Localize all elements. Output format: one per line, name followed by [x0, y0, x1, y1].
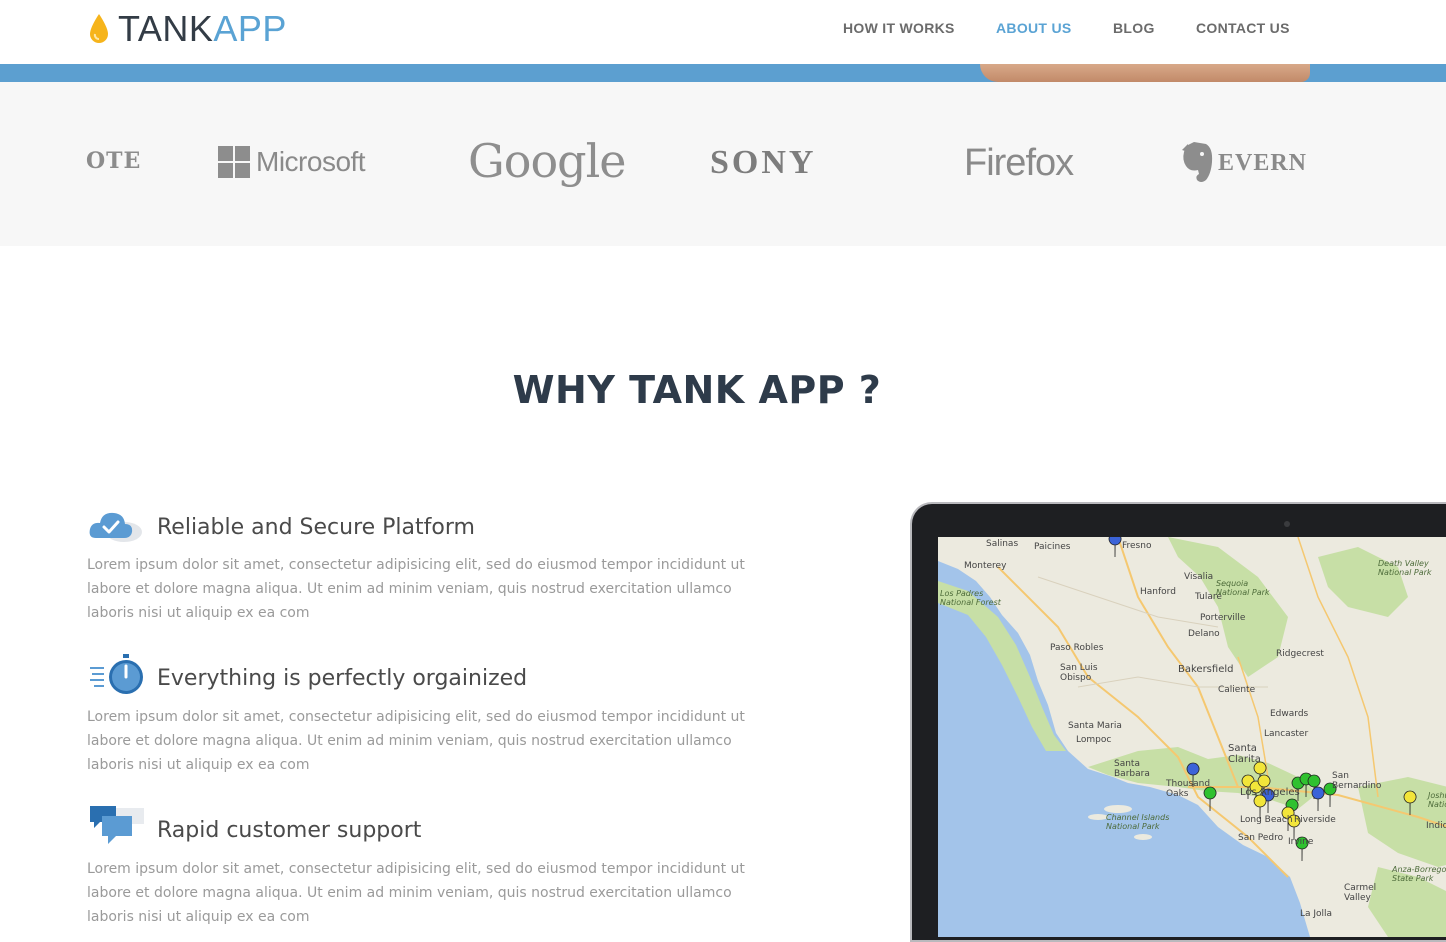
map-label: Bakersfield: [1178, 664, 1234, 675]
hero-hand-image: [980, 64, 1310, 82]
map-label: Lancaster: [1264, 729, 1309, 739]
client-name-evernote: EVERN: [1218, 149, 1308, 176]
feature-title: Everything is perfectly orgainized: [157, 666, 528, 691]
map-label: Paso Robles: [1050, 643, 1104, 653]
feature-title: Reliable and Secure Platform: [157, 515, 475, 540]
cloud-check-icon: [89, 512, 142, 542]
map-label: Paicines: [1034, 542, 1071, 552]
map-label: Joshua Tree National Park: [1428, 791, 1446, 809]
map-label: Visalia: [1184, 572, 1214, 582]
nav-contact-us[interactable]: CONTACT US: [1196, 20, 1290, 36]
map-label: Monterey: [964, 561, 1007, 571]
map-label: Death Valley National Park: [1378, 559, 1432, 577]
map-label: Santa Maria: [1068, 721, 1122, 731]
feature-text: Lorem ipsum dolor sit amet, consectetur …: [87, 557, 745, 621]
nav-about-us[interactable]: ABOUT US: [996, 20, 1072, 36]
map-label: Salinas: [986, 539, 1019, 549]
map-label: Los Padres National Forest: [940, 589, 1001, 607]
client-logo-evernote-partial: OTE: [86, 148, 142, 174]
elephant-icon: [1182, 142, 1213, 182]
map-label: Los Angeles: [1240, 787, 1300, 798]
chat-bubbles-icon: [90, 806, 144, 844]
feature-title: Rapid customer support: [157, 818, 422, 843]
stopwatch-icon: [90, 654, 143, 694]
feature-text: Lorem ipsum dolor sit amet, consectetur …: [87, 861, 745, 925]
map-label: Sequoia National Park: [1216, 579, 1270, 597]
map-label: Long Beach: [1240, 815, 1293, 825]
laptop-mockup: Salinas Paicines Fresno Monterey Visalia…: [910, 502, 1446, 942]
map-label: La Jolla: [1300, 909, 1333, 919]
map-label: Delano: [1188, 629, 1220, 639]
map-label: Santa Clarita: [1228, 743, 1261, 765]
laptop-screen: Salinas Paicines Fresno Monterey Visalia…: [938, 537, 1446, 937]
client-logo-google: Google: [468, 134, 627, 188]
map-label: Edwards: [1270, 709, 1309, 719]
site-header: TANKAPP HOW IT WORKS ABOUT US BLOG CONTA…: [0, 0, 1446, 64]
map-label: San Pedro: [1238, 833, 1284, 843]
map-label: Ridgecrest: [1276, 649, 1324, 659]
client-logo-microsoft: Microsoft: [218, 146, 366, 178]
windows-logo-icon: [218, 146, 250, 178]
map-label: Fresno: [1122, 541, 1152, 551]
map-label: Santa Barbara: [1114, 759, 1150, 779]
clients-logo-strip: OTE Microsoft Google SONY Firefox EVERN: [0, 82, 1446, 246]
map-label: Porterville: [1200, 613, 1246, 623]
map-label: Channel Islands National Park: [1106, 813, 1170, 831]
nav-blog[interactable]: BLOG: [1113, 20, 1155, 36]
laptop-camera: [1284, 521, 1290, 527]
map-label: Indio: [1426, 821, 1446, 831]
section-title: WHY TANK APP ?: [512, 368, 882, 412]
map-label: Anza-Borrego Desert State Park: [1392, 865, 1446, 883]
map-label: San Luis Obispo: [1060, 663, 1098, 683]
main-nav: HOW IT WORKS ABOUT US BLOG CONTACT US: [0, 20, 1446, 40]
client-name-microsoft: Microsoft: [256, 146, 366, 177]
map-label: Thousand Oaks: [1166, 779, 1211, 799]
map-label: San Bernardino: [1332, 771, 1382, 791]
map-label: Irvine: [1288, 837, 1314, 847]
map-label: Carmel Valley: [1344, 883, 1377, 903]
client-logo-sony: SONY: [710, 144, 817, 181]
map-label: Caliente: [1218, 685, 1256, 695]
map-label: Riverside: [1294, 815, 1336, 825]
nav-how-it-works[interactable]: HOW IT WORKS: [843, 20, 955, 36]
map-labels: Salinas Paicines Fresno Monterey Visalia…: [938, 537, 1446, 937]
feature-text: Lorem ipsum dolor sit amet, consectetur …: [87, 709, 745, 773]
client-logo-evernote: EVERN: [1180, 140, 1308, 186]
client-logo-firefox: Firefox: [964, 142, 1074, 184]
map-label: Lompoc: [1076, 735, 1112, 745]
map-label: Hanford: [1140, 587, 1176, 597]
